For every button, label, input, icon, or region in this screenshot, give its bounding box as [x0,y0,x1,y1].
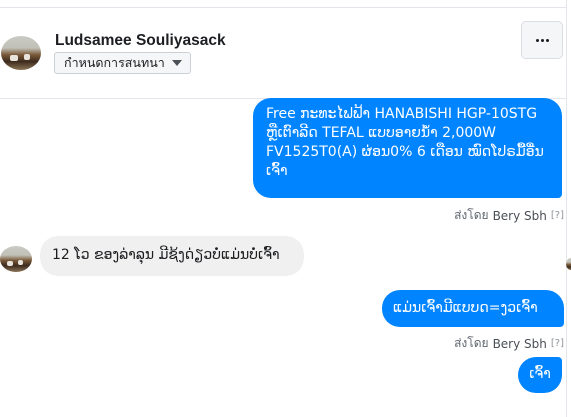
sent-by-line: ส่งโดย Bery Sbh [?] [454,334,564,353]
contact-avatar-small [0,246,32,272]
outgoing-message-bubble[interactable]: ແມ່ນເຈົ້າມີແບບດ=ງວເຈົ້າ [382,290,564,327]
help-marker[interactable]: [?] [551,338,564,349]
sent-by-prefix: ส่งโดย [454,336,489,350]
caret-down-icon [171,60,182,66]
more-horizontal-icon [535,38,549,42]
assign-conversation-label: กำหนดการสนทนา [64,55,165,70]
contact-name[interactable]: Ludsamee Souliyasack [55,32,226,50]
outgoing-message-bubble[interactable]: ເຈົ້າ [518,357,562,393]
outgoing-message-bubble[interactable]: Free ກະທະໄຟຟ້າ HANABISHI HGP-10STG ຫຼືເຕ… [253,98,562,198]
sender-name-link[interactable]: Bery Sbh [493,337,547,351]
contact-avatar[interactable] [1,36,41,70]
panel-right-border [566,0,567,417]
read-receipt-avatar [566,258,571,270]
sent-by-prefix: ส่งโดย [454,208,489,222]
assign-conversation-button[interactable]: กำหนดการสนทนา [54,52,191,74]
incoming-message-bubble[interactable]: 12 ໂວ ຂອງລ່າລຸນ ມີຊ້ງດ່ຽວບໍ່ແມ່ນບໍ່ເຈົ້າ [40,236,304,276]
help-marker[interactable]: [?] [551,210,564,221]
sender-name-link[interactable]: Bery Sbh [493,209,547,223]
conversation-header: Ludsamee Souliyasack กำหนดการสนทนา [0,8,566,99]
more-options-button[interactable] [521,21,563,59]
sent-by-line: ส่งโดย Bery Sbh [?] [454,206,564,225]
